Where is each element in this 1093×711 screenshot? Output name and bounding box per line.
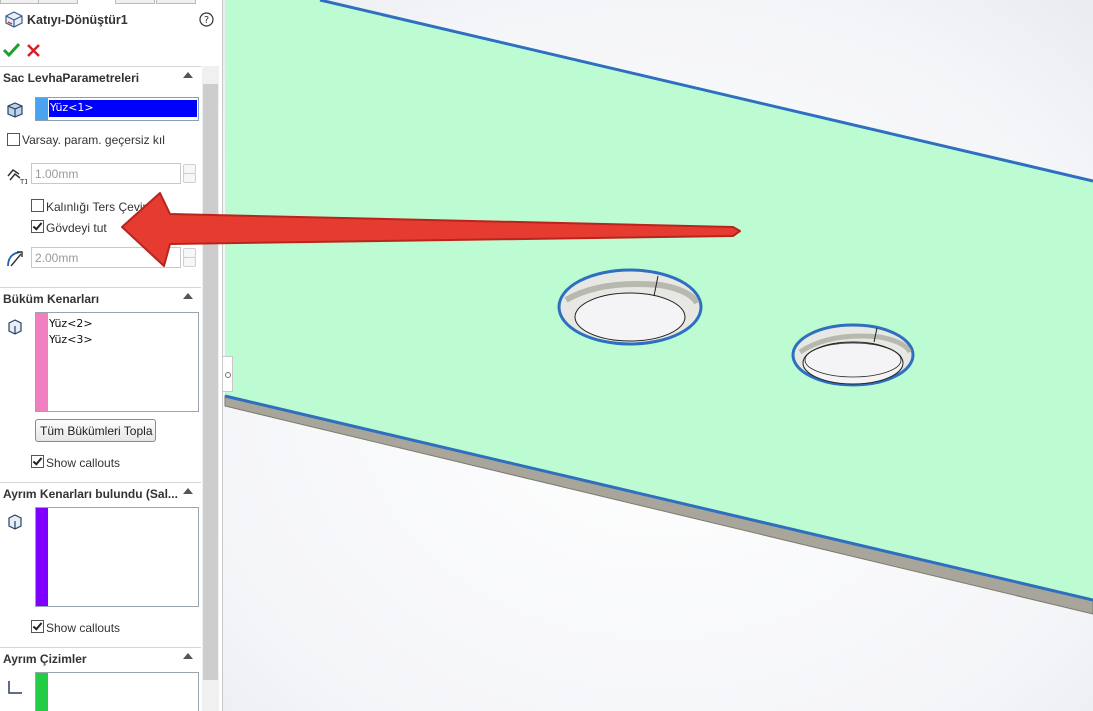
scrollbar-thumb[interactable] — [203, 84, 218, 680]
edge-select-icon — [6, 318, 24, 339]
selection-color-strip — [36, 98, 48, 120]
collapse-caret-icon[interactable] — [183, 488, 193, 494]
list-item[interactable]: Yüz<3> — [49, 332, 93, 348]
collapse-caret-icon[interactable] — [183, 293, 193, 299]
section-header-rip-edges[interactable]: Ayrım Kenarları bulundu (Sal... — [0, 482, 201, 505]
collapse-caret-icon[interactable] — [183, 72, 193, 78]
show-callouts-checkbox-bends[interactable] — [31, 455, 44, 468]
override-defaults-checkbox[interactable] — [7, 133, 20, 146]
bend-edges-list[interactable]: Yüz<2> Yüz<3> — [35, 312, 199, 412]
thickness-value: 1.00mm — [35, 167, 79, 181]
section-title: Büküm Kenarları — [3, 292, 100, 306]
keep-body-checkbox[interactable] — [31, 220, 44, 233]
thickness-icon: T1 — [5, 164, 29, 189]
override-defaults-label: Varsay. param. geçersiz kıl — [22, 133, 165, 147]
fixed-face-selection-box[interactable]: Yüz<1> — [35, 97, 199, 121]
svg-text:?: ? — [204, 15, 209, 26]
cancel-x-icon[interactable] — [27, 44, 40, 60]
list-item[interactable]: Yüz<2> — [49, 316, 93, 332]
section-header-rip-sketches[interactable]: Ayrım Çizimler — [0, 647, 201, 670]
graphics-viewport[interactable] — [223, 0, 1093, 711]
reverse-thickness-checkbox[interactable] — [31, 199, 44, 212]
thickness-input[interactable]: 1.00mm — [31, 163, 181, 184]
collapse-caret-icon[interactable] — [183, 653, 193, 659]
svg-text:T1: T1 — [19, 178, 27, 186]
bend-radius-value: 2.00mm — [35, 251, 79, 265]
bend-edges-color-strip — [36, 313, 48, 411]
convert-to-sheetmetal-icon — [4, 10, 24, 33]
section-header-bend-edges[interactable]: Büküm Kenarları — [0, 287, 201, 310]
panel-tab-strip — [0, 0, 222, 4]
show-callouts-label: Show callouts — [46, 456, 121, 470]
keep-body-label: Gövdeyi tut — [46, 221, 107, 235]
bend-radius-icon — [5, 248, 25, 271]
model-view[interactable] — [223, 0, 1093, 711]
panel-scrollbar[interactable] — [202, 66, 219, 711]
panel-splitter-handle[interactable] — [223, 356, 233, 392]
face-select-icon — [6, 101, 24, 122]
ok-check-icon[interactable] — [2, 42, 21, 61]
rip-edges-list[interactable] — [35, 507, 199, 607]
section-title: Ayrım Kenarları bulundu (Sal... — [3, 487, 178, 501]
section-title: Sac LevhaParametreleri — [3, 71, 140, 85]
help-icon[interactable]: ? — [199, 12, 214, 30]
property-manager-panel: Katıyı-Dönüştür1 ? Sac LevhaParametreler… — [0, 0, 223, 711]
rip-edges-color-strip — [36, 508, 48, 606]
bend-radius-spinner[interactable] — [181, 247, 196, 267]
section-header-sheet-params[interactable]: Sac LevhaParametreleri — [0, 66, 201, 89]
reverse-thickness-label: Kalınlığı Ters Çevir — [46, 200, 147, 214]
bend-radius-input[interactable]: 2.00mm — [31, 247, 181, 268]
thickness-spinner[interactable] — [181, 163, 196, 183]
rip-sketches-list[interactable] — [35, 672, 199, 711]
edge-select-icon — [6, 513, 24, 534]
section-title: Ayrım Çizimler — [3, 652, 87, 666]
hole-2[interactable] — [791, 323, 915, 387]
sketch-select-icon — [6, 679, 24, 700]
selected-face-text: Yüz<1> — [50, 101, 94, 114]
collect-all-bends-label: Tüm Bükümleri Topla — [40, 424, 153, 438]
rip-sketches-color-strip — [36, 673, 48, 711]
hole-1[interactable] — [557, 268, 703, 346]
collect-all-bends-button[interactable]: Tüm Bükümleri Topla — [35, 419, 156, 442]
show-callouts-checkbox-rips[interactable] — [31, 620, 44, 633]
show-callouts-label: Show callouts — [46, 621, 121, 635]
feature-title: Katıyı-Dönüştür1 — [27, 13, 128, 27]
